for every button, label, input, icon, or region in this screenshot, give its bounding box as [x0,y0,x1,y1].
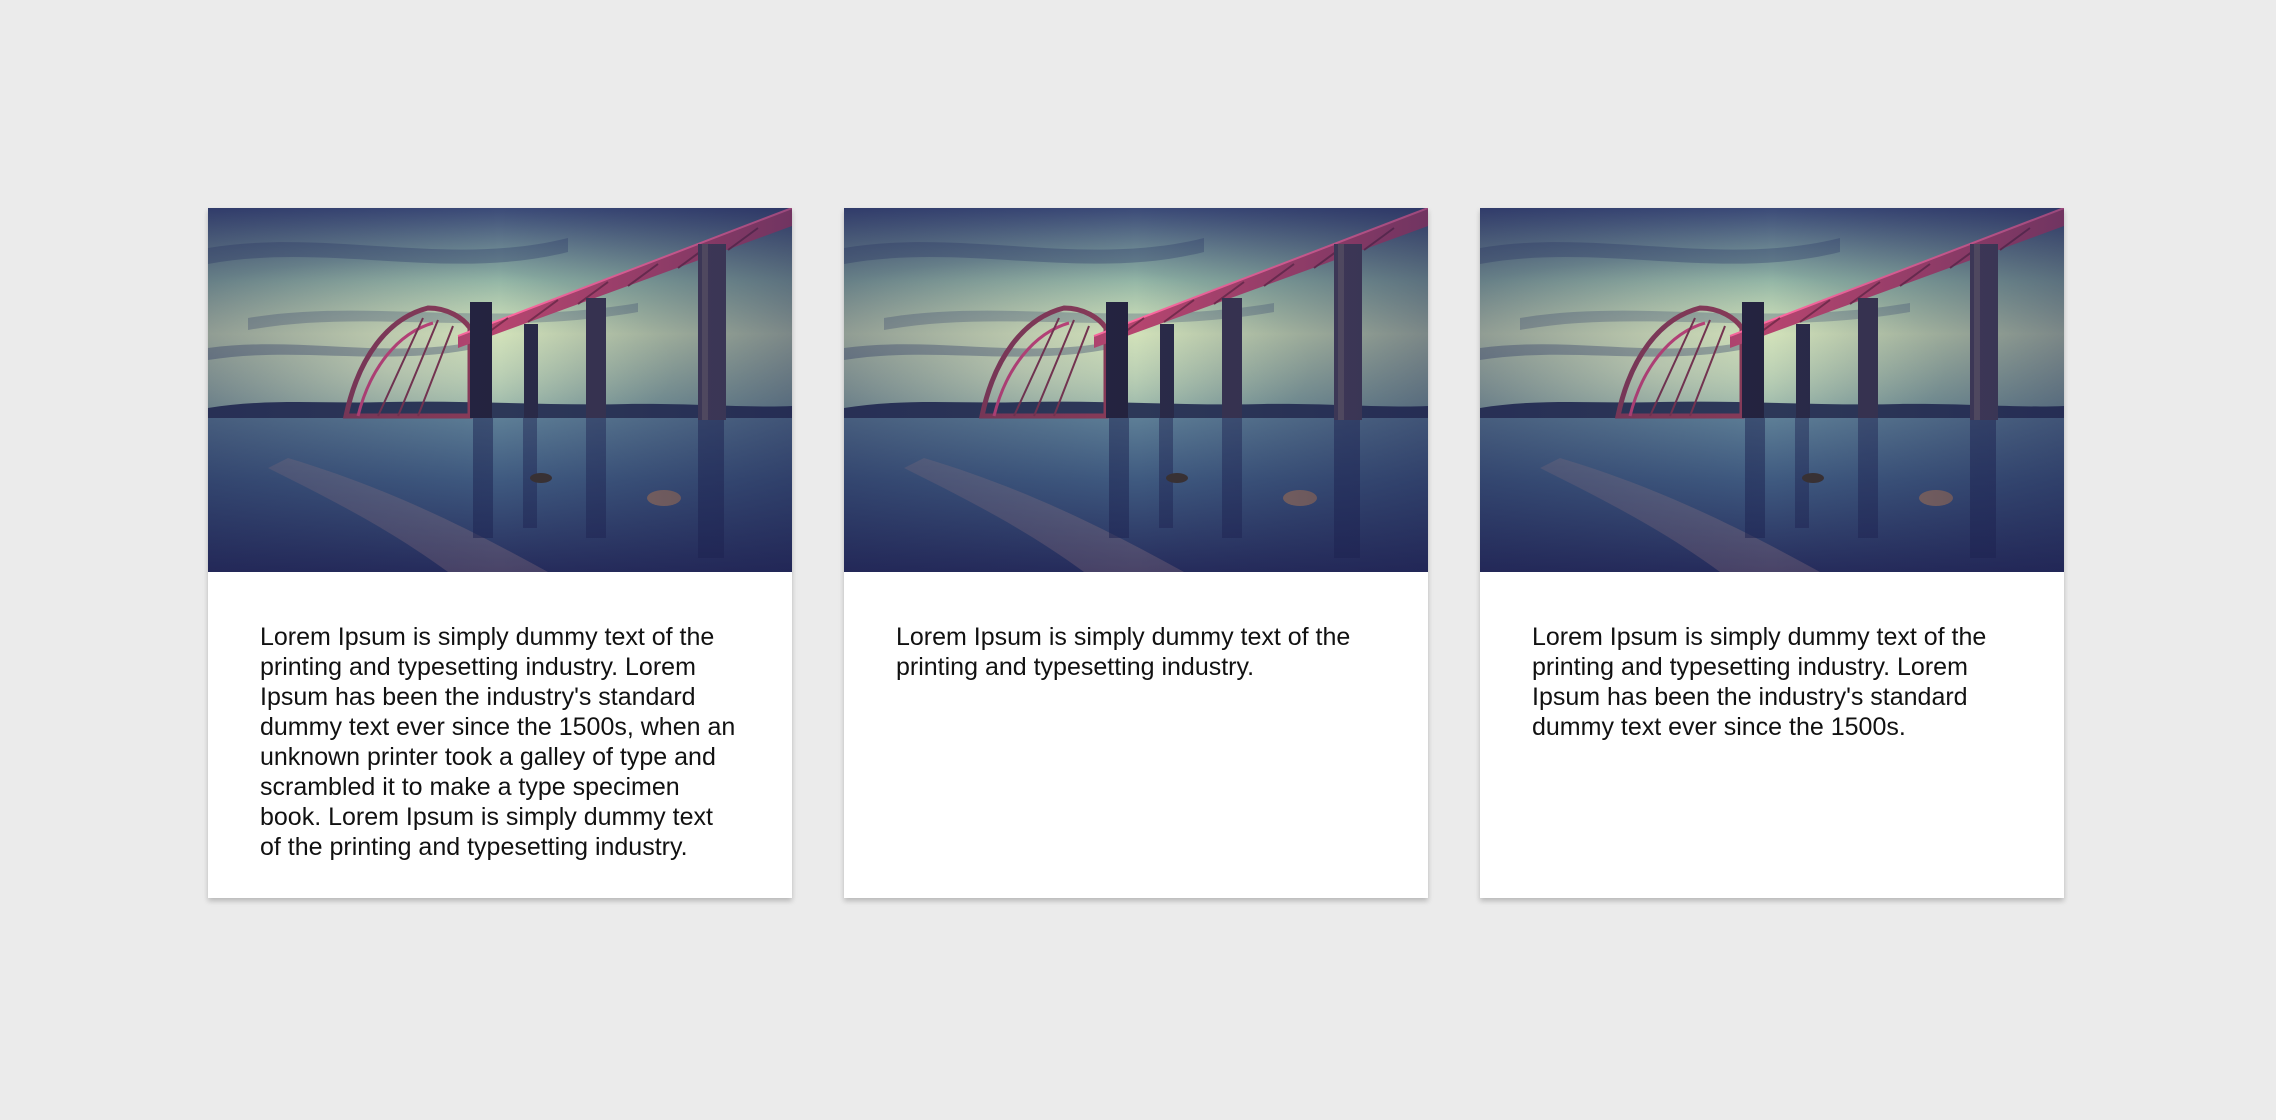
card-text: Lorem Ipsum is simply dummy text of the … [896,623,1351,681]
card: Lorem Ipsum is simply dummy text of the … [1480,208,2064,898]
bridge-photo [1480,208,2064,572]
card: Lorem Ipsum is simply dummy text of the … [208,208,792,898]
card-text: Lorem Ipsum is simply dummy text of the … [260,623,736,861]
card-text: Lorem Ipsum is simply dummy text of the … [1532,623,1987,741]
card: Lorem Ipsum is simply dummy text of the … [844,208,1428,898]
card-grid: Lorem Ipsum is simply dummy text of the … [208,208,2064,898]
bridge-photo [208,208,792,572]
bridge-photo [844,208,1428,572]
